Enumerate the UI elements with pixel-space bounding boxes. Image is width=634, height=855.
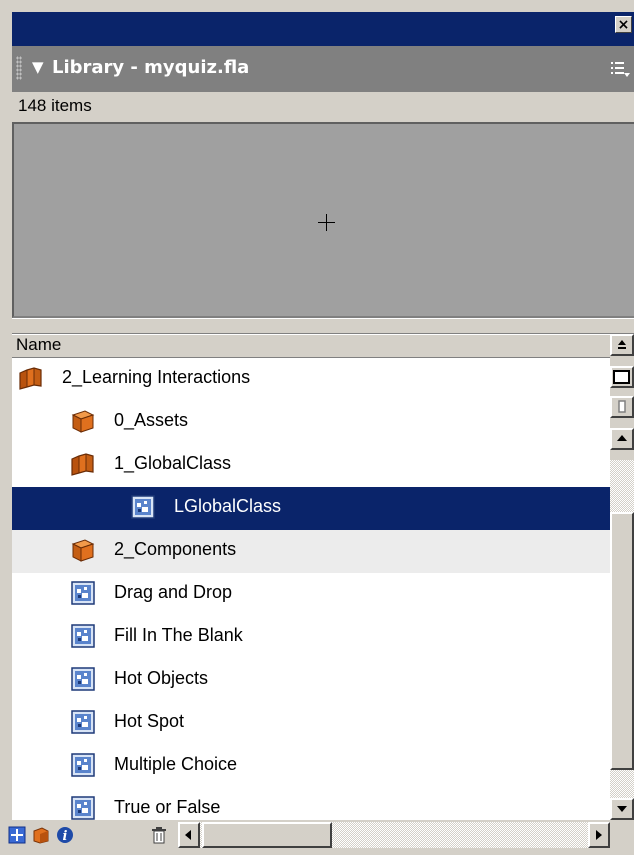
panel-grip-icon[interactable] [16, 56, 22, 80]
component-icon [70, 752, 96, 778]
vertical-scroll-thumb[interactable] [610, 512, 634, 770]
preview-divider[interactable] [12, 318, 634, 334]
list-item-label: 2_Components [114, 539, 237, 559]
name-column-label: Name [16, 335, 62, 354]
crosshair-icon [318, 214, 335, 231]
list-item[interactable]: 2_Learning Interactions [12, 358, 610, 401]
list-item-label: 0_Assets [114, 410, 189, 430]
component-icon [130, 494, 156, 520]
component-icon [70, 623, 96, 649]
properties-icon[interactable]: i [56, 826, 74, 844]
list-item-label: Hot Spot [114, 711, 185, 731]
wide-state-icon [613, 370, 630, 384]
list-item-label: 2_Learning Interactions [62, 367, 251, 387]
panel-options-menu-icon[interactable] [610, 58, 630, 78]
list-item[interactable]: Hot Spot [12, 702, 610, 745]
svg-text:i: i [63, 829, 68, 844]
list-item[interactable]: 1_GlobalClass [12, 444, 610, 487]
scroll-up-button[interactable] [610, 428, 634, 450]
component-icon [70, 709, 96, 735]
list-item[interactable]: Drag and Drop [12, 573, 610, 616]
list-item[interactable]: LGlobalClass [12, 487, 610, 530]
list-item-label: LGlobalClass [174, 496, 282, 516]
close-button[interactable]: × [615, 16, 632, 33]
item-count-bar [12, 92, 634, 122]
folder-closed-icon [70, 537, 96, 563]
window-title-bar [12, 12, 634, 46]
list-item[interactable]: Multiple Choice [12, 745, 610, 788]
list-item-label: 1_GlobalClass [114, 453, 232, 473]
component-icon [70, 666, 96, 692]
list-item-label: Drag and Drop [114, 582, 233, 602]
list-item[interactable]: Fill In The Blank [12, 616, 610, 659]
new-symbol-icon[interactable] [8, 826, 26, 844]
sort-order-button[interactable] [610, 334, 634, 356]
list-item[interactable]: Hot Objects [12, 659, 610, 702]
folder-open-icon [70, 451, 96, 477]
component-icon [70, 795, 96, 820]
list-item-label: Multiple Choice [114, 754, 238, 774]
arrow-up-icon [617, 435, 627, 441]
list-item[interactable]: 0_Assets [12, 401, 610, 444]
wide-view-button[interactable] [610, 366, 634, 388]
panel-title: Library - myquiz.fla [52, 57, 250, 78]
new-folder-icon[interactable] [32, 826, 50, 844]
arrow-down-icon [617, 806, 627, 812]
delete-icon[interactable] [150, 826, 168, 844]
folder-closed-icon [70, 408, 96, 434]
scroll-right-button[interactable] [588, 822, 610, 848]
list-item-label: Fill In The Blank [114, 625, 243, 645]
item-count: 148 items [18, 96, 92, 115]
scroll-left-button[interactable] [178, 822, 200, 848]
list-item-label: Hot Objects [114, 668, 209, 688]
sort-icon [618, 340, 626, 349]
scroll-down-button[interactable] [610, 798, 634, 820]
folder-open-icon [18, 365, 44, 391]
list-item-label: True or False [114, 797, 221, 817]
library-item-list: 2_Learning Interactions 0_Assets 1_GlobalC… [12, 358, 610, 820]
list-item[interactable]: 2_Components [12, 530, 610, 573]
arrow-right-icon [596, 830, 602, 840]
arrow-left-icon [185, 830, 191, 840]
narrow-state-icon [618, 400, 626, 413]
narrow-view-button[interactable] [610, 396, 634, 418]
name-column-header[interactable] [12, 334, 610, 358]
list-item[interactable]: True or False [12, 788, 610, 820]
horizontal-scroll-thumb[interactable] [202, 822, 332, 848]
collapse-arrow-icon[interactable]: ▼ [32, 58, 44, 76]
component-icon [70, 580, 96, 606]
